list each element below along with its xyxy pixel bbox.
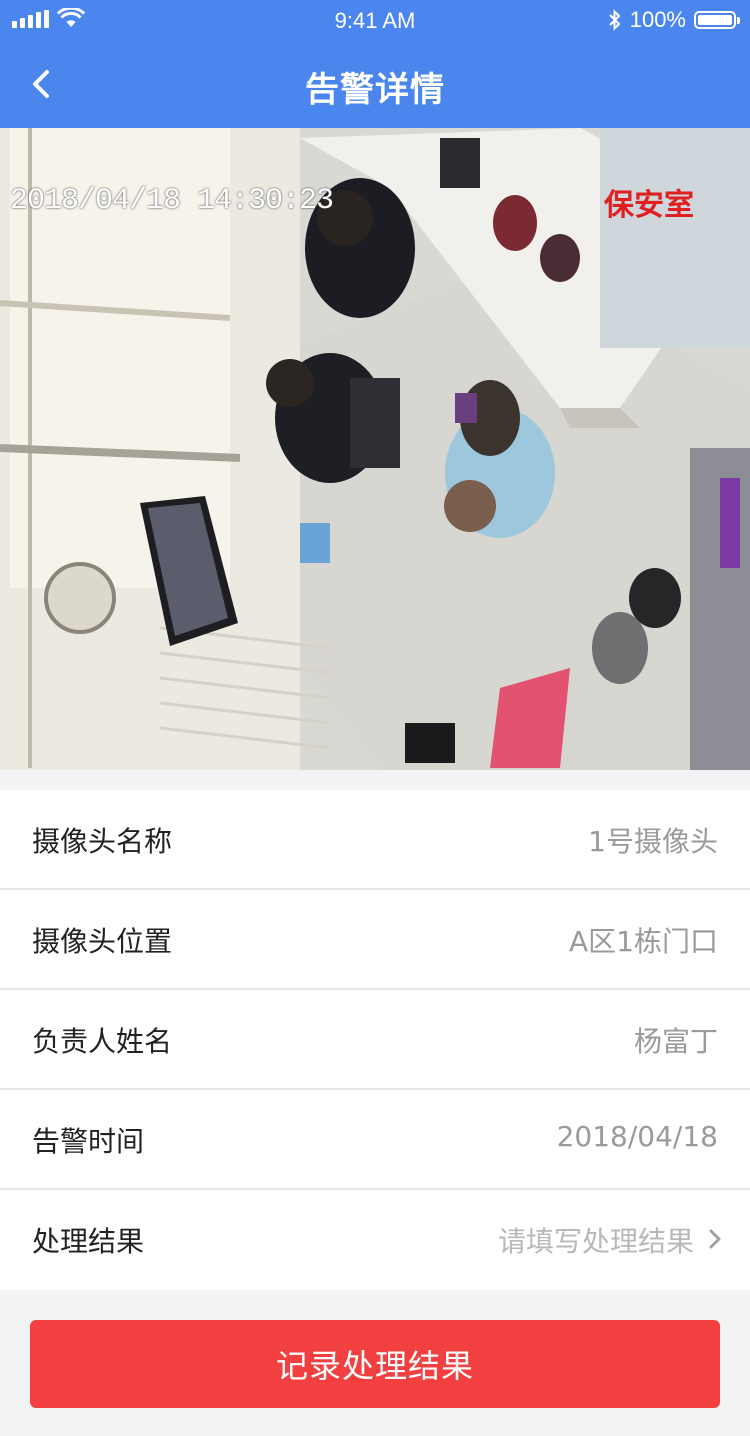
battery-percentage: 100% bbox=[629, 7, 686, 32]
detail-row-alert-time: 告警时间 2018/04/18 bbox=[0, 1090, 750, 1190]
status-right: 100% bbox=[608, 7, 740, 33]
result-placeholder[interactable]: 请填写处理结果 bbox=[498, 1220, 694, 1260]
detail-row-camera-name: 摄像头名称 1号摄像头 bbox=[0, 790, 750, 890]
battery-icon bbox=[694, 11, 740, 29]
record-result-button[interactable]: 记录处理结果 bbox=[30, 1320, 720, 1408]
status-bar: 9:41 AM 100% bbox=[0, 0, 750, 40]
detail-value: 1号摄像头 bbox=[588, 825, 718, 858]
camera-snapshot[interactable]: 2018/04/18 14:30:23 保安室 bbox=[0, 128, 750, 770]
detail-label: 摄像头名称 bbox=[32, 825, 173, 858]
alert-detail-screen: 9:41 AM 100% 告警详情 2018/04/18 14:30:23 保安… bbox=[0, 0, 750, 1436]
header: 9:41 AM 100% 告警详情 bbox=[0, 0, 750, 128]
bluetooth-icon bbox=[609, 9, 621, 31]
result-input-row[interactable]: 处理结果 请填写处理结果 bbox=[0, 1190, 750, 1290]
result-label: 处理结果 bbox=[32, 1225, 145, 1258]
camera-timestamp: 2018/04/18 14:30:23 bbox=[10, 184, 334, 218]
chevron-right-icon[interactable] bbox=[706, 1226, 724, 1252]
detail-label: 摄像头位置 bbox=[32, 925, 173, 958]
detail-label: 负责人姓名 bbox=[32, 1025, 173, 1058]
camera-location-label: 保安室 bbox=[604, 188, 694, 223]
detail-label: 告警时间 bbox=[32, 1125, 145, 1158]
camera-image bbox=[0, 128, 750, 770]
alert-info-list: 摄像头名称 1号摄像头 摄像头位置 A区1栋门口 负责人姓名 杨富丁 告警时间 … bbox=[0, 790, 750, 1290]
detail-value: 2018/04/18 bbox=[556, 1120, 718, 1153]
page-title: 告警详情 bbox=[305, 70, 445, 110]
detail-row-owner-name: 负责人姓名 杨富丁 bbox=[0, 990, 750, 1090]
navigation-bar: 告警详情 bbox=[0, 40, 750, 128]
detail-row-camera-location: 摄像头位置 A区1栋门口 bbox=[0, 890, 750, 990]
detail-value: 杨富丁 bbox=[633, 1025, 718, 1058]
detail-value: A区1栋门口 bbox=[569, 925, 718, 958]
